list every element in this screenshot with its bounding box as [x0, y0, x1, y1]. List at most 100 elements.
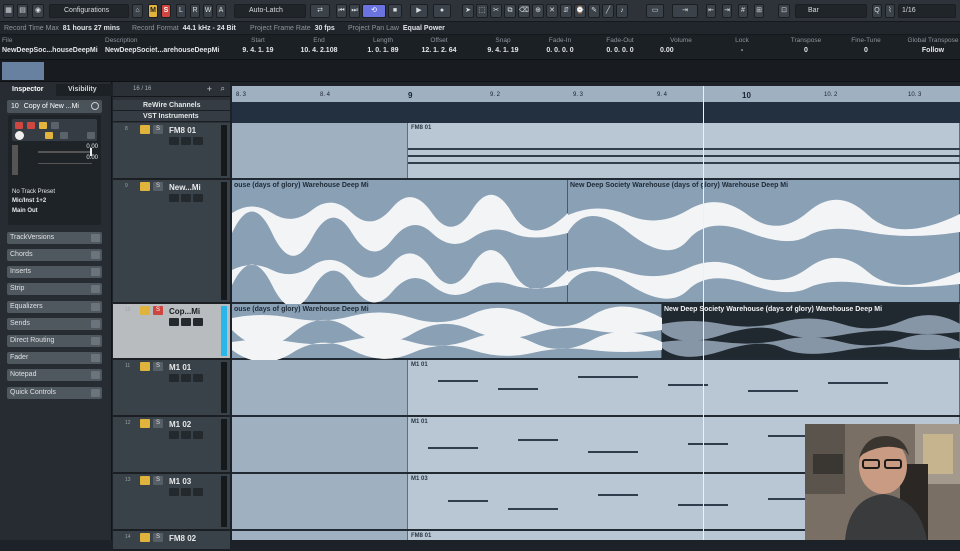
track-solo-button[interactable]: S: [153, 419, 163, 428]
track-row-selected[interactable]: 10 S Cop...Mi: [113, 304, 230, 360]
glue-tool-icon[interactable]: ⧉: [504, 4, 516, 18]
info-fade-in[interactable]: Fade-In 0. 0. 0. 0: [540, 35, 580, 56]
section-trackversions[interactable]: TrackVersions: [7, 232, 102, 244]
info-file[interactable]: File NewDeepSoc...houseDeepMi: [2, 35, 98, 56]
play-icon[interactable]: ▶: [410, 4, 428, 18]
info-start[interactable]: Start 9. 4. 1. 19: [238, 35, 278, 56]
mute-icon[interactable]: [39, 122, 47, 129]
automation-icon[interactable]: [193, 374, 203, 382]
tab-inspector[interactable]: Inspector: [0, 84, 56, 96]
edit-icon[interactable]: [181, 488, 191, 496]
midi-part[interactable]: [232, 474, 408, 529]
inserts-icon[interactable]: [91, 268, 100, 276]
record-enable-icon[interactable]: [15, 122, 23, 129]
info-global-transpose[interactable]: Global Transpose Follow: [906, 35, 960, 56]
track-name[interactable]: FM8 02: [169, 534, 196, 543]
solo-icon[interactable]: [51, 122, 59, 129]
track-mute-button[interactable]: [140, 419, 150, 428]
quick-controls-icon[interactable]: [91, 389, 100, 397]
info-volume[interactable]: Volume 0.00: [658, 35, 704, 56]
equalizers-icon[interactable]: [91, 303, 100, 311]
midi-part[interactable]: [232, 360, 408, 415]
track-name[interactable]: M1 03: [169, 477, 191, 486]
record-format-status[interactable]: Record Format 44.1 kHz - 24 Bit: [132, 25, 236, 32]
section-inserts[interactable]: Inserts: [7, 266, 102, 278]
track-mute-button[interactable]: [140, 533, 150, 542]
write-button[interactable]: W: [203, 4, 213, 18]
edit-icon[interactable]: [181, 318, 191, 326]
zoom-tool-icon[interactable]: ⊕: [532, 4, 544, 18]
track-name[interactable]: Cop...Mi: [169, 307, 200, 316]
go-to-end-icon[interactable]: ⏭: [349, 4, 360, 18]
track-solo-button[interactable]: S: [153, 476, 163, 485]
home-icon[interactable]: ⌂: [132, 4, 143, 18]
nudge-right-icon[interactable]: ⇥: [722, 4, 732, 18]
midi-part[interactable]: M1 01: [408, 360, 960, 415]
track-name[interactable]: M1 02: [169, 420, 191, 429]
edit-channel-icon[interactable]: [91, 102, 99, 110]
audio-event[interactable]: ouse (days of glory) Warehouse Deep Mi: [232, 180, 568, 304]
midi-part[interactable]: [232, 531, 408, 540]
add-track-icon[interactable]: +: [207, 84, 212, 94]
quantize-icon[interactable]: Q: [872, 4, 882, 18]
listen-button[interactable]: L: [176, 4, 186, 18]
pointer-tool-icon[interactable]: ➤: [462, 4, 474, 18]
overview-region[interactable]: [2, 62, 44, 80]
volume-slider[interactable]: [38, 148, 92, 156]
fader-icon[interactable]: [91, 354, 100, 362]
output-routing[interactable]: Main Out: [12, 208, 97, 216]
track-mute-button[interactable]: [140, 362, 150, 371]
track-mute-button[interactable]: [140, 306, 150, 315]
info-lock[interactable]: Lock -: [722, 35, 762, 56]
monitor-icon[interactable]: [169, 194, 179, 202]
freeze-icon[interactable]: [87, 132, 95, 139]
color-picker-icon[interactable]: ▭: [646, 4, 664, 18]
info-offset[interactable]: Offset 12. 1. 2. 64: [414, 35, 464, 56]
power-icon[interactable]: ◉: [32, 4, 44, 18]
info-description[interactable]: Description NewDeepSociet...arehouseDeepM…: [105, 35, 219, 56]
grid-type-dropdown[interactable]: Bar: [795, 4, 867, 18]
iterative-quantize-icon[interactable]: ⌇: [885, 4, 895, 18]
automation-mode-dropdown[interactable]: Auto-Latch: [234, 4, 306, 18]
automation-icon[interactable]: [193, 488, 203, 496]
monitor-icon[interactable]: [169, 137, 179, 145]
direct-routing-icon[interactable]: [91, 337, 100, 345]
search-icon[interactable]: ⌕: [221, 84, 225, 94]
pan-slider[interactable]: [38, 163, 92, 164]
nudge-left-icon[interactable]: ⇤: [706, 4, 716, 18]
comp-tool-icon[interactable]: ⇵: [560, 4, 572, 18]
time-warp-tool-icon[interactable]: ⌚: [574, 4, 586, 18]
notepad-icon[interactable]: [91, 371, 100, 379]
inspector-track-name[interactable]: 10 Copy of New ...Mi: [7, 100, 102, 113]
play-tool-icon[interactable]: ♪: [616, 4, 628, 18]
info-transpose[interactable]: Transpose 0: [784, 35, 828, 56]
section-fader[interactable]: Fader: [7, 352, 102, 364]
snap-to-grid-icon[interactable]: ⊡: [778, 4, 790, 18]
tab-visibility[interactable]: Visibility: [56, 84, 112, 96]
monitor-icon[interactable]: [169, 374, 179, 382]
track-mute-button[interactable]: [140, 182, 150, 191]
audio-event[interactable]: ouse (days of glory) Warehouse Deep Mi: [232, 304, 662, 360]
quantize-dropdown[interactable]: 1/16: [898, 4, 956, 18]
info-snap[interactable]: Snap 9. 4. 1. 19: [478, 35, 528, 56]
track-preset[interactable]: No Track Preset: [12, 189, 97, 197]
folder-rewire-channels[interactable]: ReWire Channels: [113, 100, 230, 111]
chords-icon[interactable]: [91, 251, 100, 259]
track-solo-button[interactable]: S: [153, 125, 163, 134]
track-name[interactable]: New...Mi: [169, 183, 201, 192]
section-direct-routing[interactable]: Direct Routing: [7, 335, 102, 347]
input-routing[interactable]: Mic/Inst 1+2: [12, 198, 97, 206]
pan-value[interactable]: 0.00: [86, 155, 98, 161]
info-fade-out[interactable]: Fade-Out 0. 0. 0. 0: [600, 35, 640, 56]
project-cursor[interactable]: [703, 86, 704, 540]
section-sends[interactable]: Sends: [7, 318, 102, 330]
section-notepad[interactable]: Notepad: [7, 369, 102, 381]
draw-tool-icon[interactable]: ✎: [588, 4, 600, 18]
timeline-ruler[interactable]: 8. 3 8. 4 9 9. 2 9. 3 9. 4 10 10. 2 10. …: [232, 86, 960, 102]
trackversions-icon[interactable]: [91, 234, 100, 242]
track-solo-button[interactable]: S: [153, 306, 163, 315]
automation-icon[interactable]: [193, 194, 203, 202]
automation-icon[interactable]: [193, 137, 203, 145]
edit-icon[interactable]: [181, 194, 191, 202]
audio-event[interactable]: New Deep Society Warehouse (days of glor…: [568, 180, 960, 302]
